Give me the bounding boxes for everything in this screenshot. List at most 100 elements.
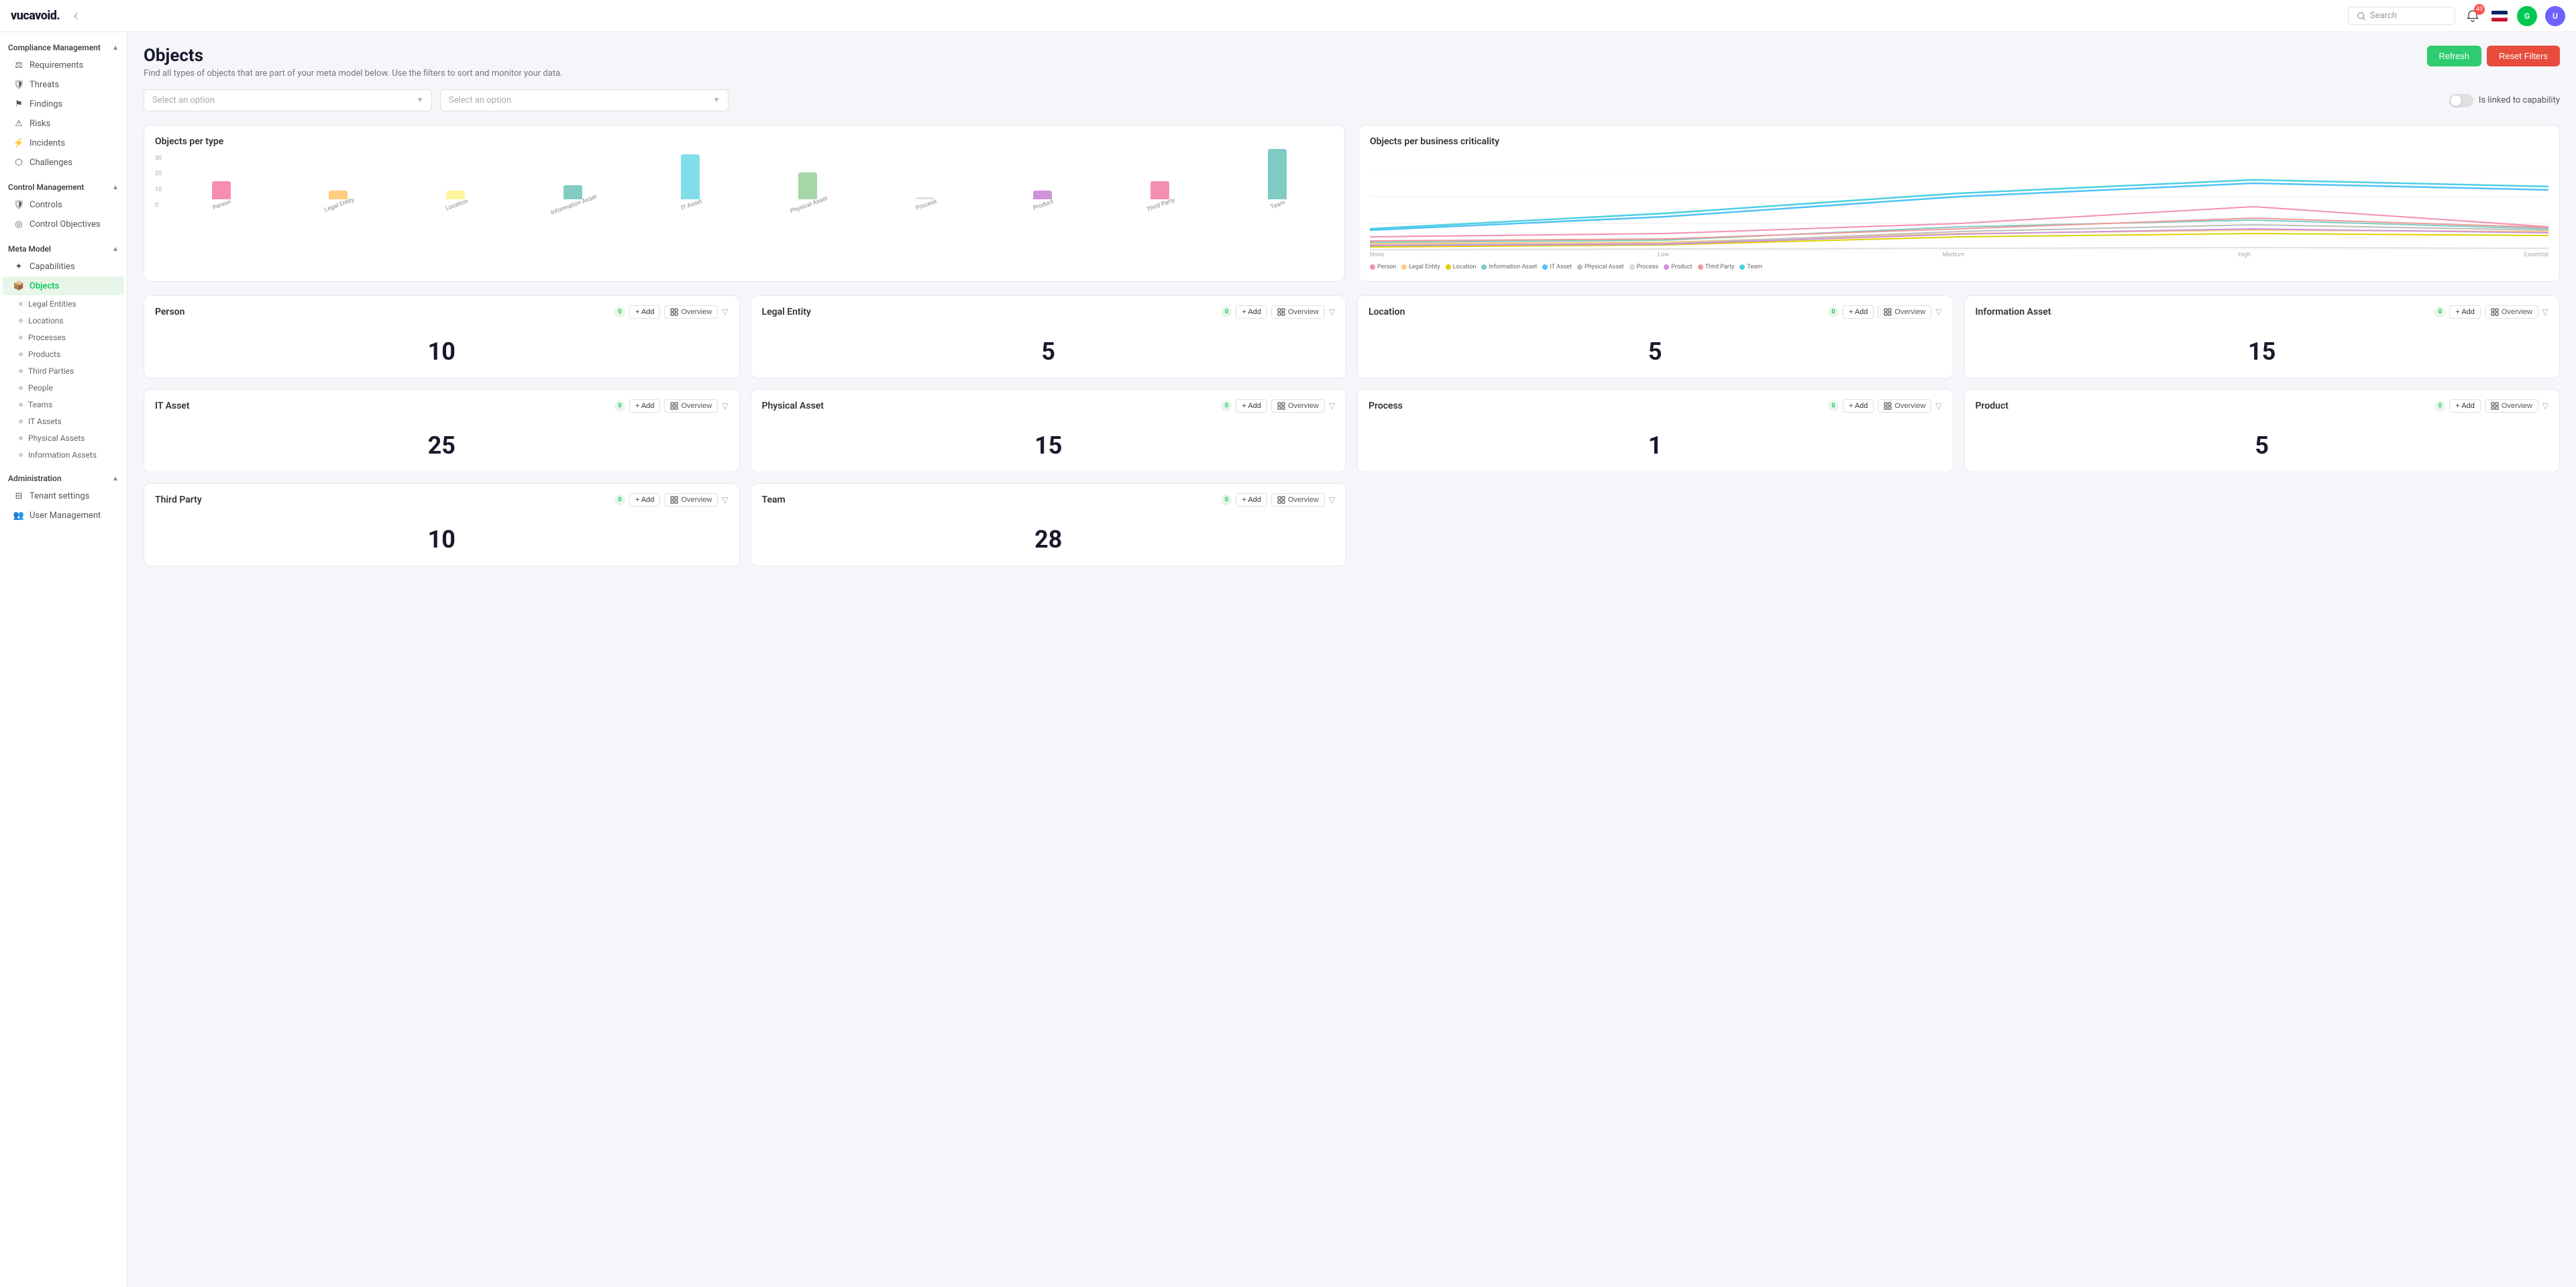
object-card-third-party: Third Party 0 + Add Overview ▽ 10 — [144, 483, 740, 566]
sidebar-item-requirements[interactable]: ⚖ Requirements — [3, 56, 124, 74]
object-card-title-physical-asset: Physical Asset — [762, 401, 824, 411]
filter-icon-it-asset[interactable]: ▽ — [722, 401, 728, 411]
sidebar-sub-item-physical-assets[interactable]: Physical Assets — [3, 430, 124, 446]
search-bar[interactable]: Search — [2348, 7, 2455, 25]
filter-select-2[interactable]: Select an option ▼ — [440, 89, 729, 111]
refresh-button[interactable]: Refresh — [2427, 46, 2482, 66]
sub-dot-icon — [19, 336, 23, 340]
object-card-header-location: Location 0 + Add Overview ▽ — [1368, 305, 1942, 319]
header-actions: Refresh Reset Filters — [2427, 46, 2561, 66]
object-card-actions-physical-asset: 0 + Add Overview ▽ — [1221, 399, 1335, 413]
sidebar-section-control[interactable]: Control Management ▲ — [0, 177, 127, 195]
top-header: vucavoid. Search 43 G U — [0, 0, 2576, 32]
bar-chart-card: Objects per type 30 20 10 0 PersonLegal … — [144, 125, 1345, 282]
line-chart — [1370, 170, 2548, 250]
legend-physical-asset: Physical Asset — [1577, 264, 1624, 270]
object-card-title-third-party: Third Party — [155, 495, 202, 505]
filter-icon-product[interactable]: ▽ — [2542, 401, 2548, 411]
filter-icon-legal-entity[interactable]: ▽ — [1329, 307, 1335, 317]
object-card-count-information-asset: 15 — [1976, 327, 2549, 368]
chevron-down-icon: ▼ — [713, 97, 720, 104]
overview-button-product[interactable]: Overview — [2485, 399, 2538, 413]
notification-badge: 43 — [2474, 4, 2485, 15]
overview-button-location[interactable]: Overview — [1878, 305, 1931, 319]
add-button-physical-asset[interactable]: + Add — [1236, 399, 1267, 413]
object-card-count-process: 1 — [1368, 421, 1942, 462]
filter-select-1[interactable]: Select an option ▼ — [144, 89, 432, 111]
add-button-location[interactable]: + Add — [1843, 305, 1874, 319]
overview-button-information-asset[interactable]: Overview — [2485, 305, 2538, 319]
sidebar-section-metamodel[interactable]: Meta Model ▲ — [0, 239, 127, 256]
filters-row: Select an option ▼ Select an option ▼ Is… — [144, 89, 2560, 111]
main-layout: Compliance Management ▲ ⚖ Requirements 🛡… — [0, 32, 2576, 1287]
language-selector[interactable] — [2490, 7, 2509, 25]
sidebar-item-objects[interactable]: 📦 Objects — [3, 276, 124, 295]
sidebar-sub-item-it-assets[interactable]: IT Assets — [3, 413, 124, 429]
overview-button-physical-asset[interactable]: Overview — [1271, 399, 1325, 413]
sidebar-sub-item-people[interactable]: People — [3, 380, 124, 396]
sidebar-item-capabilities[interactable]: ✦ Capabilities — [3, 257, 124, 276]
sidebar-item-controls[interactable]: 🛡 Controls — [3, 195, 124, 214]
sidebar-item-control-objectives[interactable]: ◎ Control Objectives — [3, 215, 124, 234]
sidebar-item-challenges[interactable]: ⬡ Challenges — [3, 153, 124, 172]
filter-icon-third-party[interactable]: ▽ — [722, 495, 728, 505]
reset-filters-button[interactable]: Reset Filters — [2487, 46, 2560, 66]
object-card-count-product: 5 — [1976, 421, 2549, 462]
object-card-product: Product 0 + Add Overview ▽ 5 — [1964, 389, 2561, 472]
sidebar-sub-item-products[interactable]: Products — [3, 346, 124, 362]
sidebar-item-findings[interactable]: ⚑ Findings — [3, 95, 124, 113]
legend-process: Process — [1629, 264, 1659, 270]
sidebar-section-compliance[interactable]: Compliance Management ▲ — [0, 38, 127, 55]
capability-toggle[interactable] — [2449, 94, 2473, 107]
sub-dot-icon — [19, 369, 23, 373]
filter-icon-information-asset[interactable]: ▽ — [2542, 307, 2548, 317]
sidebar-item-threats[interactable]: 🛡 Threats — [3, 75, 124, 94]
add-button-it-asset[interactable]: + Add — [629, 399, 660, 413]
user-avatar-green[interactable]: G — [2517, 6, 2537, 26]
bar-chart-y-labels: 30 20 10 0 — [155, 155, 164, 222]
object-card-title-team: Team — [762, 495, 786, 505]
notifications-button[interactable]: 43 — [2463, 7, 2482, 25]
overview-button-it-asset[interactable]: Overview — [664, 399, 718, 413]
overview-button-person[interactable]: Overview — [664, 305, 718, 319]
sidebar-sub-item-third-parties[interactable]: Third Parties — [3, 363, 124, 379]
overview-button-third-party[interactable]: Overview — [664, 493, 718, 507]
sidebar-sub-item-locations[interactable]: Locations — [3, 313, 124, 329]
object-card-actions-information-asset: 0 + Add Overview ▽ — [2434, 305, 2548, 319]
bar-person: Person — [164, 181, 278, 209]
filter-icon-process[interactable]: ▽ — [1935, 401, 1941, 411]
user-avatar[interactable]: U — [2545, 6, 2565, 26]
object-card-badge-legal-entity: 0 — [1221, 307, 1232, 317]
add-button-information-asset[interactable]: + Add — [2449, 305, 2480, 319]
add-button-team[interactable]: + Add — [1236, 493, 1267, 507]
sidebar-item-risks[interactable]: ⚠ Risks — [3, 114, 124, 133]
chevron-down-icon: ▼ — [417, 97, 423, 104]
sidebar-sub-item-teams[interactable]: Teams — [3, 397, 124, 413]
filter-icon-team[interactable]: ▽ — [1329, 495, 1335, 505]
sidebar-sub-item-processes[interactable]: Processes — [3, 329, 124, 346]
sidebar-item-tenant-settings[interactable]: ⊟ Tenant settings — [3, 486, 124, 505]
sidebar-collapse-button[interactable] — [68, 8, 84, 24]
overview-button-team[interactable]: Overview — [1271, 493, 1325, 507]
overview-button-process[interactable]: Overview — [1878, 399, 1931, 413]
add-button-legal-entity[interactable]: + Add — [1236, 305, 1267, 319]
filter-icon-person[interactable]: ▽ — [722, 307, 728, 317]
add-button-product[interactable]: + Add — [2449, 399, 2480, 413]
sidebar-sub-item-legal-entities[interactable]: Legal Entities — [3, 296, 124, 312]
sidebar-sub-item-information-assets[interactable]: Information Assets — [3, 447, 124, 463]
sidebar-item-user-management[interactable]: 👥 User Management — [3, 506, 124, 525]
object-card-badge-information-asset: 0 — [2434, 307, 2445, 317]
page-title: Objects — [144, 46, 562, 66]
add-button-person[interactable]: + Add — [629, 305, 660, 319]
filter-icon-physical-asset[interactable]: ▽ — [1329, 401, 1335, 411]
sidebar-section-administration[interactable]: Administration ▲ — [0, 468, 127, 486]
add-button-process[interactable]: + Add — [1843, 399, 1874, 413]
object-card-badge-physical-asset: 0 — [1221, 401, 1232, 411]
filter-icon-location[interactable]: ▽ — [1935, 307, 1941, 317]
line-chart-y-labels — [1370, 155, 2548, 168]
sidebar-item-incidents[interactable]: ⚡ Incidents — [3, 134, 124, 152]
line-chart-title: Objects per business criticality — [1370, 136, 2548, 147]
sub-dot-icon — [19, 352, 23, 356]
add-button-third-party[interactable]: + Add — [629, 493, 660, 507]
overview-button-legal-entity[interactable]: Overview — [1271, 305, 1325, 319]
